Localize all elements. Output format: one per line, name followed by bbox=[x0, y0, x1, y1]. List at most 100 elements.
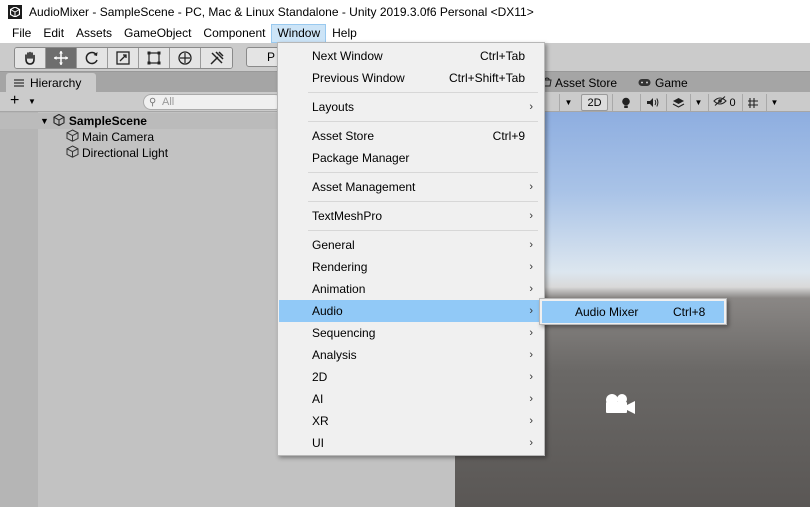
menu-component[interactable]: Component bbox=[197, 24, 271, 43]
menu-item-label: TextMeshPro bbox=[312, 209, 383, 223]
menu-separator bbox=[308, 121, 538, 122]
menu-item-asset-store[interactable]: Asset Store Ctrl+9 bbox=[279, 125, 543, 147]
menu-item-shortcut: Ctrl+Shift+Tab bbox=[448, 71, 525, 85]
hierarchy-item[interactable]: Main Camera bbox=[66, 129, 154, 145]
menu-bar: File Edit Assets GameObject Component Wi… bbox=[0, 23, 810, 43]
menu-separator bbox=[308, 172, 538, 173]
tab-hierarchy[interactable]: Hierarchy bbox=[6, 73, 96, 93]
menu-item-sequencing[interactable]: Sequencing › bbox=[279, 322, 543, 344]
menu-item-label: UI bbox=[312, 436, 324, 450]
hierarchy-item-label: Main Camera bbox=[82, 130, 155, 144]
menu-item-general[interactable]: General › bbox=[279, 234, 543, 256]
tab-hierarchy-label: Hierarchy bbox=[30, 76, 82, 90]
window-title: AudioMixer - SampleScene - PC, Mac & Lin… bbox=[29, 4, 534, 19]
menu-item-asset-management[interactable]: Asset Management › bbox=[279, 176, 543, 198]
menu-item-xr[interactable]: XR › bbox=[279, 410, 543, 432]
chevron-down-icon[interactable]: ▼ bbox=[766, 94, 782, 111]
hierarchy-gutter bbox=[0, 112, 38, 507]
chevron-down-icon[interactable]: ▼ bbox=[28, 97, 36, 106]
audio-toggle-icon[interactable] bbox=[640, 94, 664, 111]
hand-tool-icon[interactable] bbox=[15, 48, 46, 68]
menu-item-shortcut: Ctrl+8 bbox=[673, 305, 706, 319]
chevron-right-icon: › bbox=[529, 101, 533, 113]
menu-edit[interactable]: Edit bbox=[37, 24, 70, 43]
pivot-label: P bbox=[267, 50, 276, 64]
menu-item-label: Package Manager bbox=[312, 151, 410, 165]
tab-asset-store-label: Asset Store bbox=[555, 76, 618, 90]
menu-item-rendering[interactable]: Rendering › bbox=[279, 256, 543, 278]
scene-name: SampleScene bbox=[68, 114, 147, 128]
menu-item-layouts[interactable]: Layouts › bbox=[279, 96, 543, 118]
chevron-right-icon: › bbox=[529, 283, 533, 295]
hierarchy-item-label: Directional Light bbox=[82, 146, 169, 160]
chevron-right-icon: › bbox=[529, 327, 533, 339]
menu-item-audio-mixer[interactable]: Audio Mixer Ctrl+8 bbox=[542, 301, 724, 323]
chevron-right-icon: › bbox=[529, 305, 533, 317]
tab-asset-store[interactable]: Asset Store bbox=[542, 74, 617, 92]
menu-item-ai[interactable]: AI › bbox=[279, 388, 543, 410]
hierarchy-item[interactable]: Directional Light bbox=[66, 145, 168, 161]
rotate-tool-icon[interactable] bbox=[77, 48, 108, 68]
search-icon: ⚲ bbox=[149, 97, 157, 108]
menu-item-shortcut: Ctrl+Tab bbox=[479, 49, 525, 63]
menu-item-ui[interactable]: UI › bbox=[279, 432, 543, 454]
menu-item-label: Previous Window bbox=[312, 71, 405, 85]
eye-slash-icon bbox=[713, 96, 728, 109]
transform-tools bbox=[14, 47, 233, 69]
menu-item-audio[interactable]: Audio › bbox=[279, 300, 543, 322]
menu-item-label: Asset Store bbox=[312, 129, 375, 143]
transform-tool-icon[interactable] bbox=[170, 48, 201, 68]
gamepad-icon bbox=[638, 76, 651, 90]
rect-tool-icon[interactable] bbox=[139, 48, 170, 68]
menu-item-label: Rendering bbox=[312, 260, 368, 274]
chevron-right-icon: › bbox=[529, 437, 533, 449]
expand-triangle-icon[interactable]: ▼ bbox=[40, 116, 49, 126]
menu-separator bbox=[308, 230, 538, 231]
hierarchy-search-input[interactable]: ⚲ All bbox=[143, 94, 283, 110]
tab-game-label: Game bbox=[655, 76, 688, 90]
window-menu-dropdown: Next Window Ctrl+Tab Previous Window Ctr… bbox=[277, 42, 545, 456]
menu-item-textmeshpro[interactable]: TextMeshPro › bbox=[279, 205, 543, 227]
move-tool-icon[interactable] bbox=[46, 48, 77, 68]
menu-item-analysis[interactable]: Analysis › bbox=[279, 344, 543, 366]
menu-item-previous-window[interactable]: Previous Window Ctrl+Shift+Tab bbox=[279, 67, 543, 89]
unity-logo-icon bbox=[8, 4, 22, 19]
menu-window[interactable]: Window bbox=[271, 23, 327, 43]
search-placeholder: All bbox=[162, 96, 175, 108]
chevron-right-icon: › bbox=[529, 261, 533, 273]
menu-file[interactable]: File bbox=[6, 24, 37, 43]
title-bar: AudioMixer - SampleScene - PC, Mac & Lin… bbox=[0, 0, 810, 23]
menu-item-label: Sequencing bbox=[312, 326, 376, 340]
custom-tool-icon[interactable] bbox=[201, 48, 232, 68]
menu-help[interactable]: Help bbox=[326, 24, 363, 43]
effects-toggle-icon[interactable] bbox=[666, 94, 690, 111]
2d-mode-button[interactable]: 2D bbox=[581, 94, 608, 111]
chevron-down-icon[interactable]: ▼ bbox=[559, 94, 577, 111]
menu-item-label: 2D bbox=[312, 370, 328, 384]
chevron-right-icon: › bbox=[529, 371, 533, 383]
menu-item-label: Animation bbox=[312, 282, 366, 296]
tab-game[interactable]: Game bbox=[638, 74, 688, 92]
chevron-down-icon[interactable]: ▼ bbox=[690, 94, 706, 111]
add-object-button[interactable]: + bbox=[10, 93, 19, 109]
menu-item-shortcut: Ctrl+9 bbox=[492, 129, 525, 143]
grid-toggle-icon[interactable] bbox=[742, 94, 764, 111]
chevron-right-icon: › bbox=[529, 210, 533, 222]
menu-item-animation[interactable]: Animation › bbox=[279, 278, 543, 300]
gameobject-cube-icon bbox=[66, 145, 79, 161]
menu-item-2d[interactable]: 2D › bbox=[279, 366, 543, 388]
scale-tool-icon[interactable] bbox=[108, 48, 139, 68]
hidden-objects-toggle[interactable]: 0 bbox=[708, 94, 740, 111]
camera-gizmo-icon[interactable] bbox=[603, 392, 637, 419]
menu-gameobject[interactable]: GameObject bbox=[118, 24, 197, 43]
menu-item-label: Analysis bbox=[312, 348, 357, 362]
audio-submenu: Audio Mixer Ctrl+8 bbox=[539, 298, 727, 325]
menu-item-next-window[interactable]: Next Window Ctrl+Tab bbox=[279, 45, 543, 67]
lighting-toggle-icon[interactable] bbox=[612, 94, 638, 111]
menu-separator bbox=[308, 92, 538, 93]
gameobject-cube-icon bbox=[66, 129, 79, 145]
menu-item-package-manager[interactable]: Package Manager bbox=[279, 147, 543, 169]
menu-item-label: Audio bbox=[312, 304, 343, 318]
menu-assets[interactable]: Assets bbox=[70, 24, 118, 43]
hamburger-icon bbox=[14, 76, 24, 90]
